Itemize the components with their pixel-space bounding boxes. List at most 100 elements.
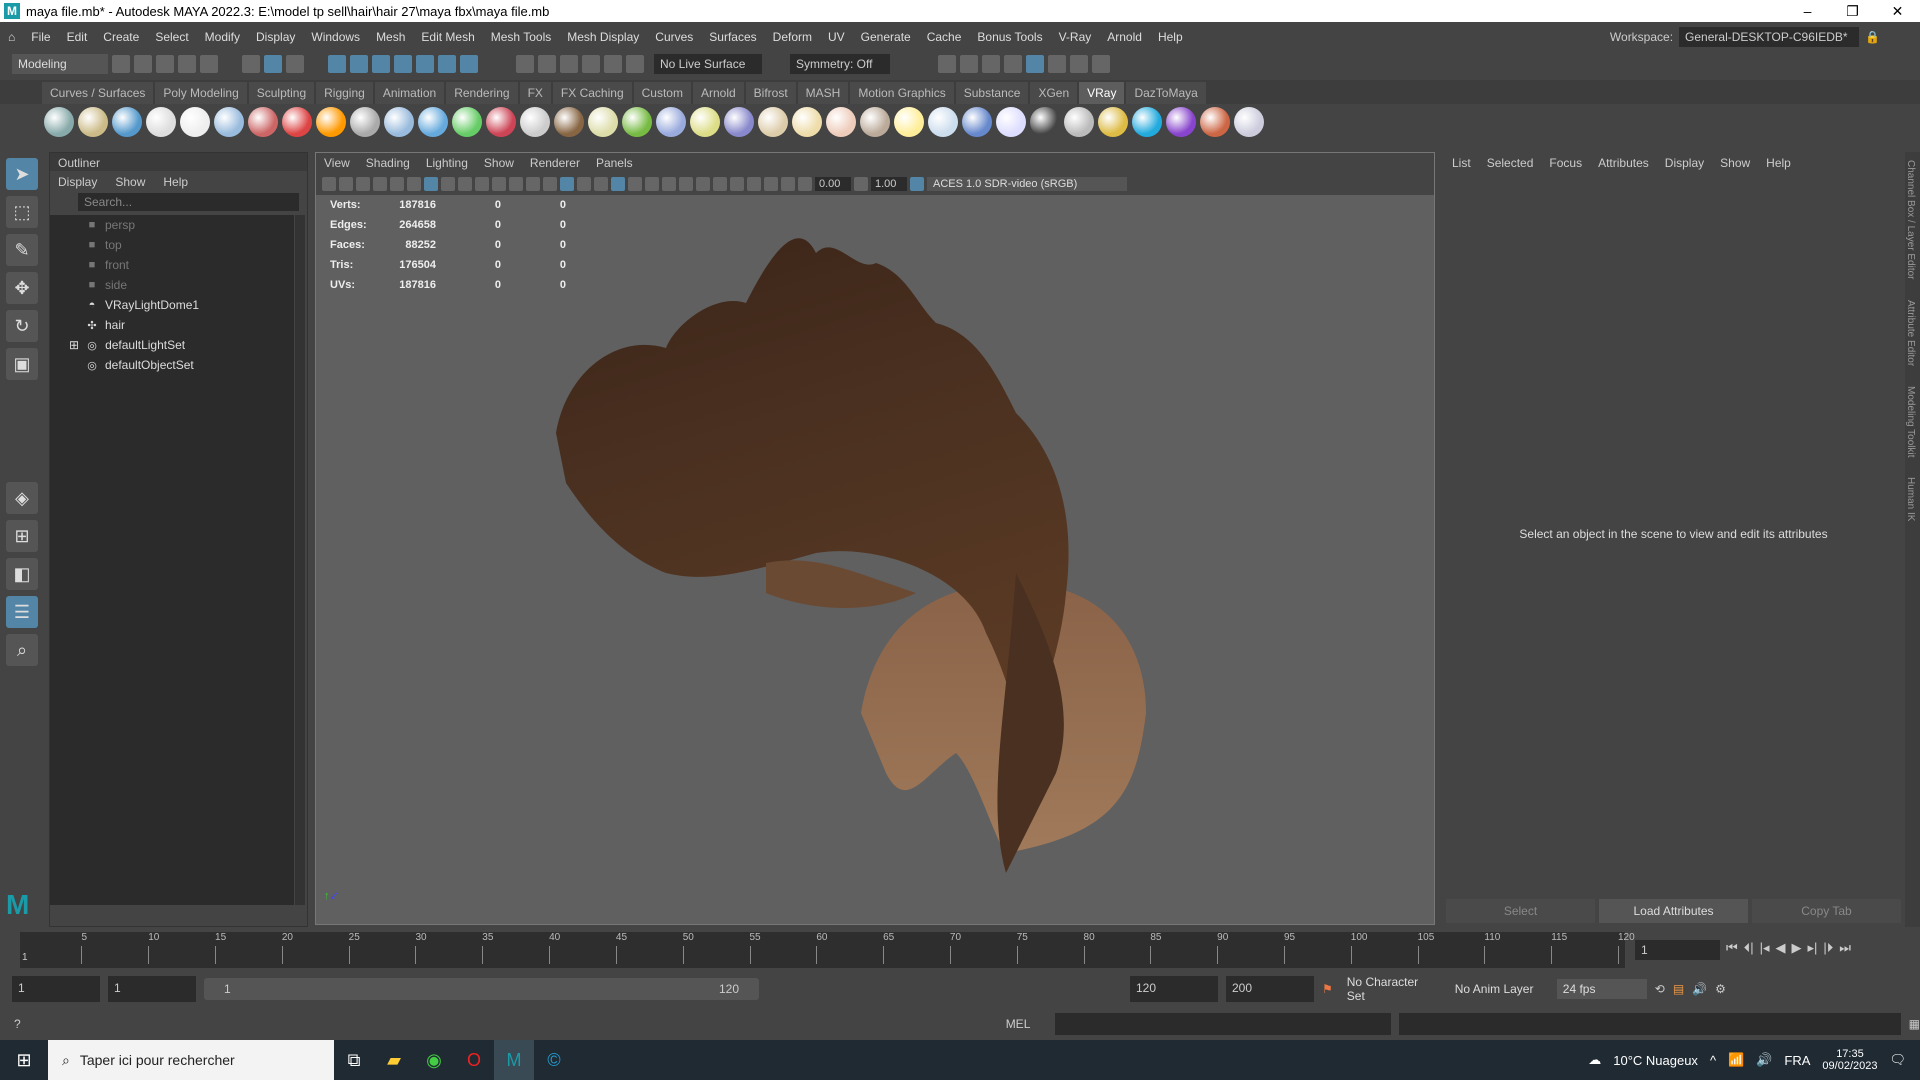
attr-menu-selected[interactable]: Selected — [1487, 156, 1534, 170]
attr-menu-list[interactable]: List — [1452, 156, 1471, 170]
ipr-render-icon[interactable] — [982, 55, 1000, 73]
shelf-tool-22-icon[interactable] — [758, 107, 788, 137]
menu-curves[interactable]: Curves — [647, 30, 701, 44]
task-view-icon[interactable]: ⧉ — [334, 1040, 374, 1080]
viewport-menu-panels[interactable]: Panels — [596, 156, 633, 170]
lights-icon[interactable] — [628, 177, 642, 191]
file-explorer-icon[interactable]: ▰ — [374, 1040, 414, 1080]
shelf-tab-poly-modeling[interactable]: Poly Modeling — [155, 82, 247, 104]
paint-select-icon[interactable]: ✎ — [6, 234, 38, 266]
snap-curve-icon[interactable] — [350, 55, 368, 73]
menu-cache[interactable]: Cache — [919, 30, 970, 44]
rotate-tool-icon[interactable]: ↻ — [6, 310, 38, 342]
2d-pan-icon[interactable] — [390, 177, 404, 191]
menu-edit[interactable]: Edit — [59, 30, 96, 44]
side-tab-attribute-editor[interactable]: Attribute Editor — [1905, 300, 1916, 366]
shelf-tool-29-icon[interactable] — [996, 107, 1026, 137]
menu-bonus-tools[interactable]: Bonus Tools — [969, 30, 1050, 44]
new-scene-icon[interactable] — [112, 55, 130, 73]
maximize-button[interactable]: ❐ — [1830, 0, 1875, 22]
menu-deform[interactable]: Deform — [765, 30, 820, 44]
outliner-scrollbar[interactable] — [295, 215, 305, 905]
weather-text[interactable]: 10°C Nuageux — [1613, 1053, 1698, 1068]
attr-menu-show[interactable]: Show — [1720, 156, 1750, 170]
two-view-icon[interactable]: ◧ — [6, 558, 38, 590]
range-slider[interactable]: 1 120 — [204, 978, 759, 1000]
exposure-icon[interactable] — [798, 177, 812, 191]
go-to-end-icon[interactable]: ⏭ — [1839, 940, 1851, 956]
attr-menu-display[interactable]: Display — [1665, 156, 1704, 170]
menu-set-select[interactable]: Modeling — [12, 54, 108, 74]
isolate-select-icon[interactable] — [730, 177, 744, 191]
symmetry-select[interactable]: Symmetry: Off — [790, 54, 890, 74]
colorspace-select[interactable]: ACES 1.0 SDR-video (sRGB) — [927, 177, 1127, 191]
open-scene-icon[interactable] — [134, 55, 152, 73]
playback-end-field[interactable]: 120 — [1130, 976, 1218, 1002]
gate-mask-icon[interactable] — [475, 177, 489, 191]
viewport-menu-lighting[interactable]: Lighting — [426, 156, 468, 170]
snap-live-icon[interactable] — [438, 55, 456, 73]
shelf-tool-11-icon[interactable] — [384, 107, 414, 137]
output-ops-icon[interactable] — [560, 55, 578, 73]
snap-view-icon[interactable] — [416, 55, 434, 73]
four-view-icon[interactable]: ⊞ — [6, 520, 38, 552]
outliner-item[interactable]: ■ persp — [50, 215, 294, 235]
viewport-menu-show[interactable]: Show — [484, 156, 514, 170]
shelf-tab-rigging[interactable]: Rigging — [316, 82, 373, 104]
shadows-icon[interactable] — [645, 177, 659, 191]
shelf-tool-16-icon[interactable] — [554, 107, 584, 137]
select-tool-icon[interactable]: ➤ — [6, 158, 38, 190]
shelf-tab-arnold[interactable]: Arnold — [692, 82, 744, 104]
step-back-key-icon[interactable]: ⏴| — [1744, 940, 1754, 956]
shelf-tool-1-icon[interactable] — [44, 107, 74, 137]
app-c-icon[interactable]: © — [534, 1040, 574, 1080]
bookmark-icon[interactable] — [356, 177, 370, 191]
shelf-tool-36-icon[interactable] — [1234, 107, 1264, 137]
construction-icon[interactable] — [582, 55, 600, 73]
outliner-item[interactable]: ◓ VRayLightDome1 — [50, 295, 294, 315]
shelf-tool-6-icon[interactable] — [214, 107, 244, 137]
lightlink-icon[interactable] — [1070, 55, 1088, 73]
menu-help[interactable]: Help — [1150, 30, 1191, 44]
go-to-start-icon[interactable]: ⏮ — [1726, 940, 1738, 956]
shelf-tab-xgen[interactable]: XGen — [1030, 82, 1078, 104]
snap-help-icon[interactable] — [460, 55, 478, 73]
lasso-icon[interactable] — [604, 55, 622, 73]
input-ops-icon[interactable] — [538, 55, 556, 73]
render-view-icon[interactable] — [938, 55, 956, 73]
shelf-tool-9-icon[interactable] — [316, 107, 346, 137]
xray-icon[interactable] — [747, 177, 761, 191]
menu-display[interactable]: Display — [248, 30, 303, 44]
outliner-search-input[interactable]: Search... — [78, 193, 299, 211]
snap-point-icon[interactable] — [372, 55, 390, 73]
menu-mesh-tools[interactable]: Mesh Tools — [483, 30, 559, 44]
undo-icon[interactable] — [178, 55, 196, 73]
shelf-tool-25-icon[interactable] — [860, 107, 890, 137]
snap-grid-icon[interactable] — [328, 55, 346, 73]
side-tab-modeling-toolkit[interactable]: Modeling Toolkit — [1905, 386, 1916, 458]
script-editor-icon[interactable]: ▦ — [1909, 1017, 1920, 1031]
anim-layer-select[interactable]: No Anim Layer — [1448, 979, 1549, 999]
side-tab-human-ik[interactable]: Human IK — [1905, 477, 1916, 521]
shelf-tab-fx-caching[interactable]: FX Caching — [552, 82, 632, 104]
shelf-tool-3-icon[interactable] — [112, 107, 142, 137]
exposure-field[interactable]: 0.00 — [815, 177, 851, 191]
shelf-tab-vray[interactable]: VRay — [1079, 82, 1125, 104]
step-forward-key-icon[interactable]: |⏵ — [1823, 940, 1833, 956]
xray-joints-icon[interactable] — [764, 177, 778, 191]
motion-blur-icon[interactable] — [679, 177, 693, 191]
shelf-tool-20-icon[interactable] — [690, 107, 720, 137]
move-tool-icon[interactable]: ✥ — [6, 272, 38, 304]
viewport-panel[interactable]: View Shading Lighting Show Renderer Panels 0.… — [315, 152, 1435, 925]
opera-icon[interactable]: O — [454, 1040, 494, 1080]
redo-icon[interactable] — [200, 55, 218, 73]
lock-icon[interactable]: 🔒 — [1865, 30, 1880, 44]
step-back-frame-icon[interactable]: |◂ — [1760, 940, 1770, 956]
select-component-icon[interactable] — [286, 55, 304, 73]
search-icon[interactable]: ⌕ — [6, 634, 38, 666]
menu-mesh[interactable]: Mesh — [368, 30, 413, 44]
shelf-tool-7-icon[interactable] — [248, 107, 278, 137]
fps-select[interactable]: 24 fps — [1556, 979, 1647, 999]
select-button[interactable]: Select — [1446, 899, 1595, 923]
play-backward-icon[interactable]: ◀ — [1776, 940, 1786, 956]
